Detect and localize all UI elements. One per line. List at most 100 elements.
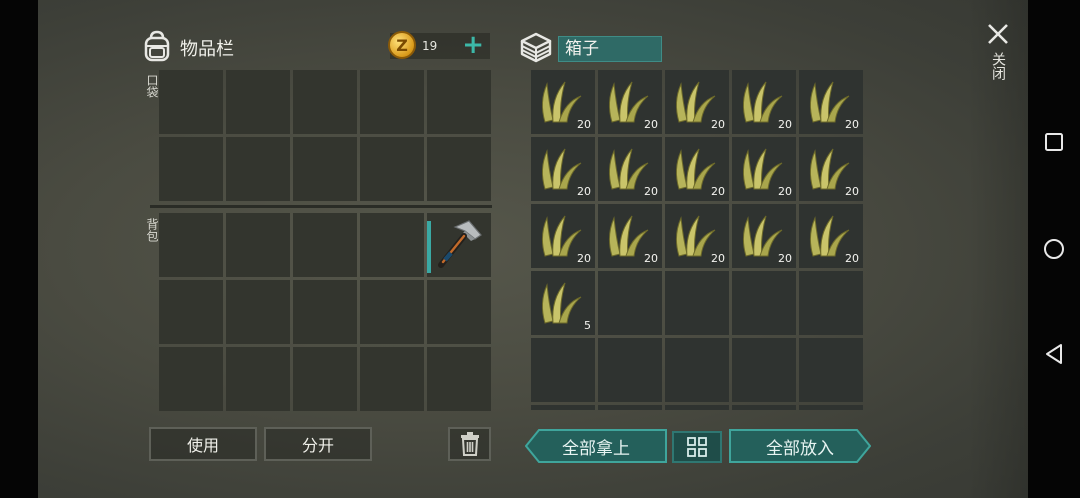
trash-button[interactable]	[448, 427, 491, 461]
take-all-label: 全部拿上	[562, 438, 630, 459]
backpack-slot[interactable]	[293, 347, 357, 411]
box-slot[interactable]	[598, 338, 662, 402]
put-all-button[interactable]: 全部放入	[729, 429, 871, 463]
pocket-slot[interactable]	[159, 70, 223, 134]
item-quantity: 20	[845, 252, 859, 265]
box-slot-grass[interactable]: 20	[531, 137, 595, 201]
box-slot-grass[interactable]: 20	[665, 137, 729, 201]
recents-button[interactable]	[1042, 130, 1066, 154]
sort-button[interactable]	[672, 431, 722, 463]
item-quantity: 20	[577, 252, 591, 265]
box-title: 箱子	[558, 36, 662, 62]
box-slot[interactable]	[799, 405, 863, 410]
box-header: 箱子	[518, 30, 662, 68]
screen-bezel	[0, 0, 38, 498]
pocket-slot[interactable]	[427, 70, 491, 134]
add-coins-button[interactable]: +	[462, 30, 484, 60]
item-quantity: 20	[644, 185, 658, 198]
backpack-icon	[142, 30, 172, 66]
backpack-slot[interactable]	[159, 347, 223, 411]
pocket-slot[interactable]	[427, 137, 491, 201]
system-nav-bar	[1028, 0, 1080, 498]
box-slot[interactable]	[531, 405, 595, 410]
box-slot-grass[interactable]: 20	[732, 137, 796, 201]
item-quantity: 20	[778, 185, 792, 198]
box-slot-grass[interactable]: 20	[598, 204, 662, 268]
backpack-slot[interactable]	[226, 280, 290, 344]
grass-icon	[541, 282, 582, 324]
backpack-slot[interactable]	[293, 213, 357, 277]
box-slot[interactable]	[799, 271, 863, 335]
item-quantity: 20	[711, 185, 725, 198]
box-slot-grass[interactable]: 20	[598, 70, 662, 134]
box-slot[interactable]	[665, 338, 729, 402]
box-slot-grass[interactable]: 20	[799, 70, 863, 134]
circle-icon	[1044, 239, 1064, 259]
box-slot[interactable]	[665, 405, 729, 410]
close-button[interactable]: 关闭	[986, 22, 1010, 80]
pocket-slot[interactable]	[159, 137, 223, 201]
box-slot-grass[interactable]: 20	[531, 70, 595, 134]
item-quantity: 20	[644, 118, 658, 131]
pocket-slot[interactable]	[360, 137, 424, 201]
box-slot[interactable]	[665, 271, 729, 335]
home-button[interactable]	[1042, 237, 1066, 261]
coin-icon: Z	[388, 31, 416, 59]
hammer-icon	[438, 220, 482, 268]
box-icon	[518, 30, 554, 68]
box-slot-grass[interactable]: 5	[531, 271, 595, 335]
box-grid: 20 20 20 20 20 20 20 20 20 20 20 20 20 20 20 5	[531, 70, 863, 410]
backpack-slot[interactable]	[159, 280, 223, 344]
box-slot-grass[interactable]: 20	[732, 70, 796, 134]
grid-sort-icon	[687, 437, 707, 457]
close-label: 关闭	[990, 52, 1006, 80]
item-quantity: 20	[778, 118, 792, 131]
backpack-slot[interactable]	[226, 347, 290, 411]
box-slot-grass[interactable]: 20	[732, 204, 796, 268]
backpack-slot[interactable]	[226, 213, 290, 277]
pocket-slot[interactable]	[226, 70, 290, 134]
divider	[150, 205, 492, 208]
trash-icon	[460, 432, 479, 456]
box-slot-grass[interactable]: 20	[598, 137, 662, 201]
split-button[interactable]: 分开	[264, 427, 372, 461]
back-button[interactable]	[1042, 342, 1066, 366]
box-slot-grass[interactable]: 20	[665, 204, 729, 268]
box-slot[interactable]	[799, 338, 863, 402]
box-slot-grass[interactable]: 20	[799, 137, 863, 201]
coin-count: 19	[422, 39, 438, 53]
box-slot[interactable]	[598, 271, 662, 335]
backpack-slot[interactable]	[360, 213, 424, 277]
pocket-slot[interactable]	[293, 137, 357, 201]
box-slot[interactable]	[598, 405, 662, 410]
item-quantity: 5	[584, 319, 591, 332]
item-quantity: 20	[778, 252, 792, 265]
item-quantity: 20	[577, 118, 591, 131]
item-quantity: 20	[845, 185, 859, 198]
item-quantity: 20	[644, 252, 658, 265]
use-button[interactable]: 使用	[149, 427, 257, 461]
box-slot-grass[interactable]: 20	[799, 204, 863, 268]
box-slot[interactable]	[732, 338, 796, 402]
box-slot-grass[interactable]: 20	[531, 204, 595, 268]
backpack-slot-hammer[interactable]	[427, 213, 491, 277]
backpack-slot[interactable]	[360, 280, 424, 344]
box-slot[interactable]	[531, 338, 595, 402]
take-all-button[interactable]: 全部拿上	[525, 429, 667, 463]
backpack-slot[interactable]	[427, 347, 491, 411]
box-slot[interactable]	[732, 271, 796, 335]
pocket-slot[interactable]	[226, 137, 290, 201]
backpack-slot[interactable]	[293, 280, 357, 344]
pocket-slot[interactable]	[360, 70, 424, 134]
item-quantity: 20	[711, 252, 725, 265]
backpack-slot[interactable]	[360, 347, 424, 411]
game-screen: 物品栏 Z 19 + 箱子 口袋 背包 20 20 20 20 20 20 20…	[38, 0, 1028, 498]
box-slot-grass[interactable]: 20	[665, 70, 729, 134]
coin-balance: Z 19 +	[388, 30, 490, 60]
backpack-slot[interactable]	[159, 213, 223, 277]
backpack-slot[interactable]	[427, 280, 491, 344]
box-slot[interactable]	[732, 405, 796, 410]
item-quantity: 20	[711, 118, 725, 131]
item-quantity: 20	[577, 185, 591, 198]
pocket-slot[interactable]	[293, 70, 357, 134]
